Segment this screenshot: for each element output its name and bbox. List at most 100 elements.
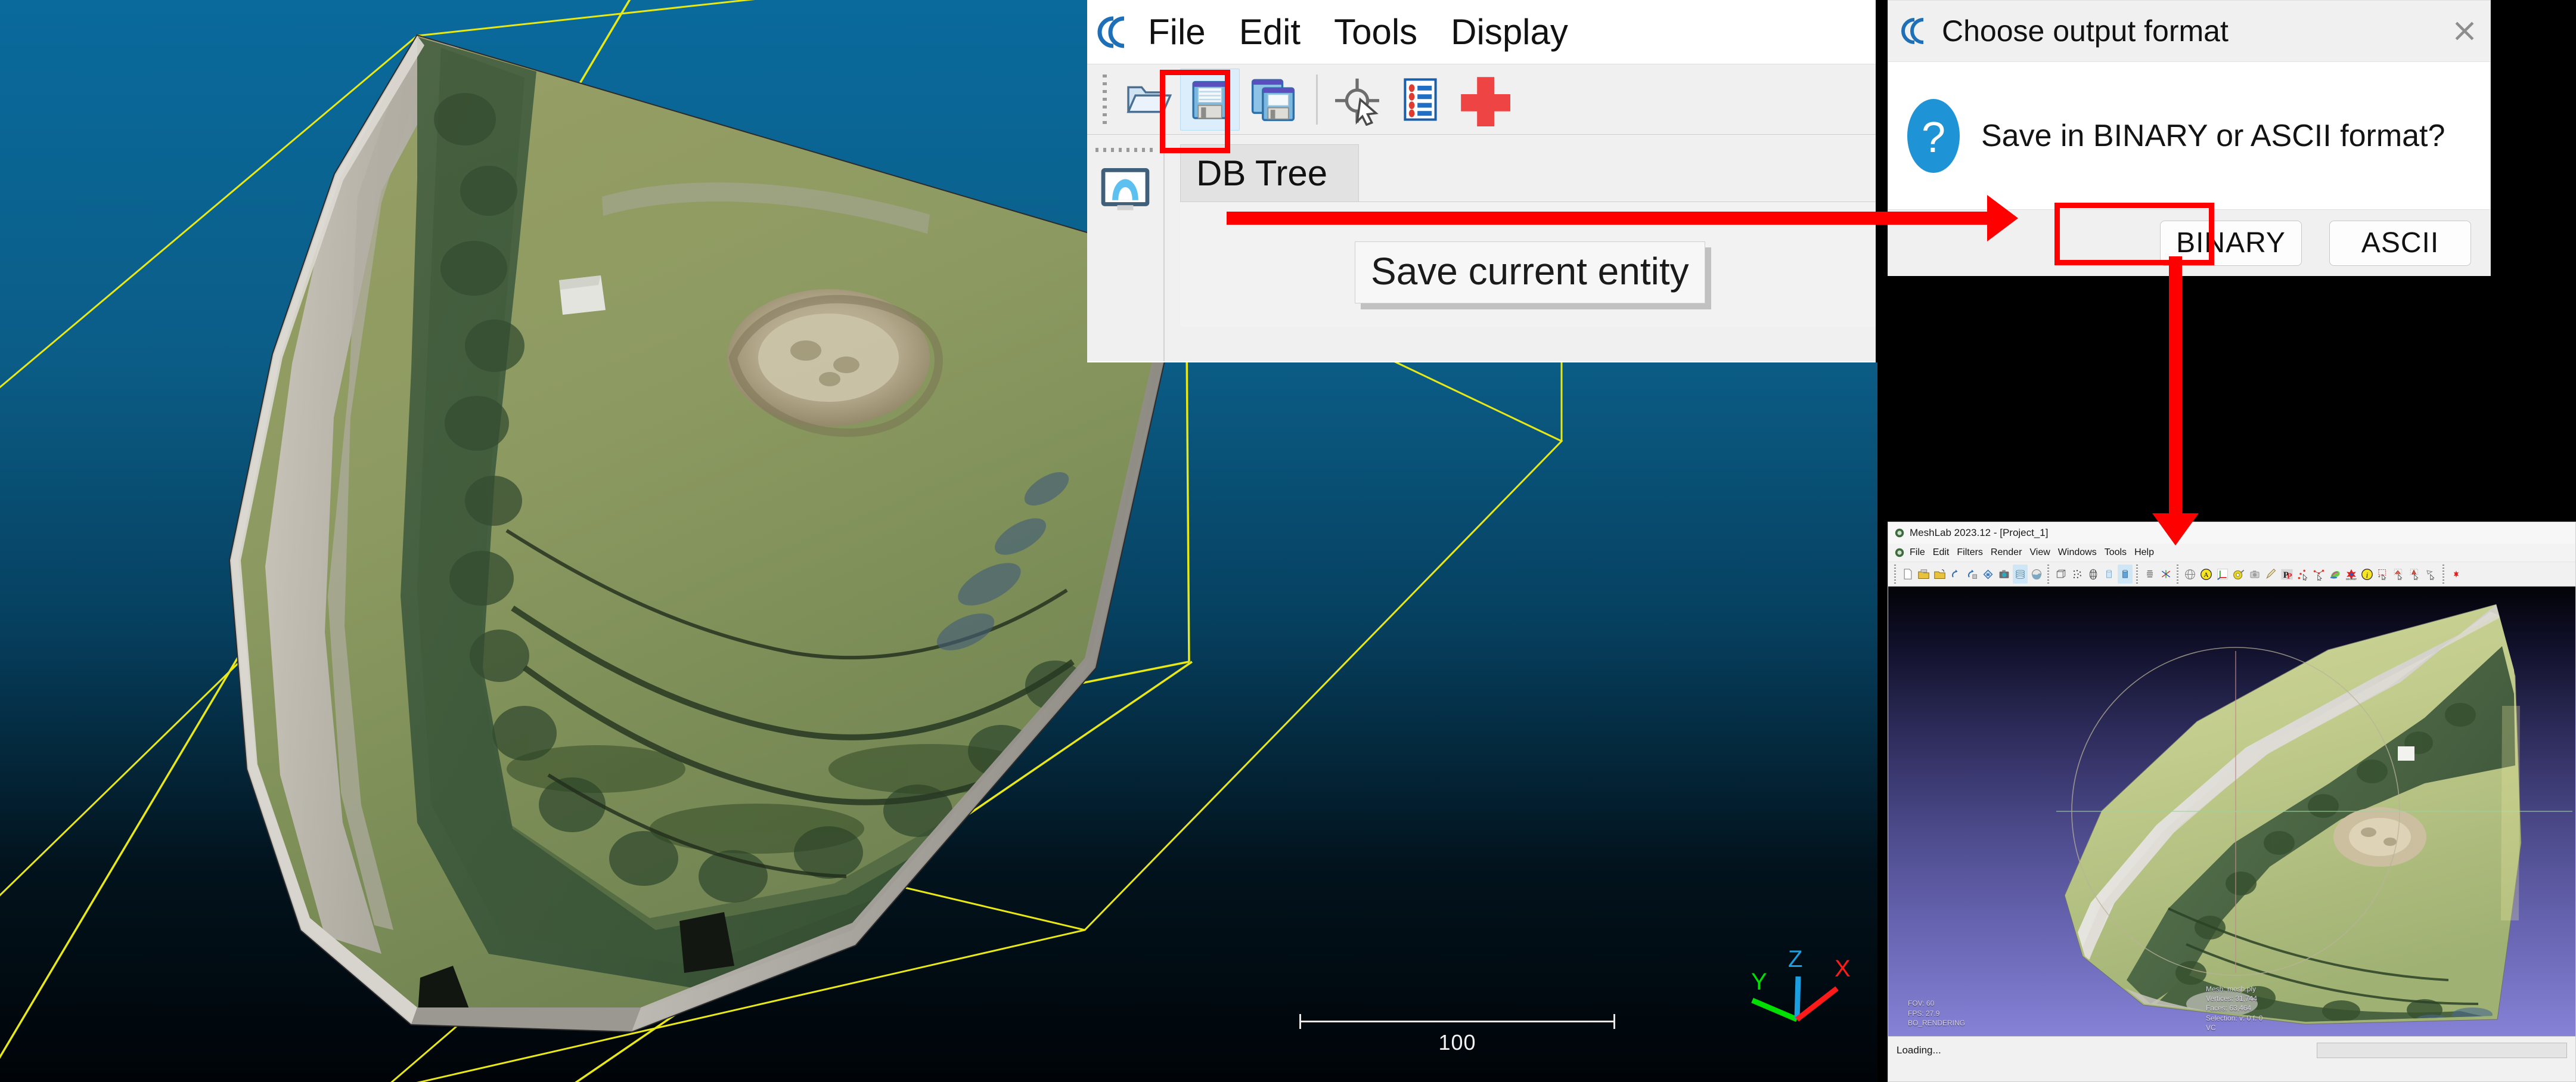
sphere-icon[interactable] xyxy=(2183,565,2198,584)
meshlab-logo-icon xyxy=(1895,548,1904,557)
meshlab-statusbar: Loading... xyxy=(1888,1036,2575,1064)
save-current-entity-tooltip: Save current entity xyxy=(1355,241,1705,303)
dialog-titlebar: Choose output format xyxy=(1888,1,2490,62)
save-current-entity-button[interactable] xyxy=(1180,68,1240,131)
measure-tool-icon[interactable] xyxy=(2231,565,2246,584)
svg-text:P: P xyxy=(2287,572,2292,581)
pp-picked-points-icon[interactable]: P P xyxy=(2279,565,2294,584)
menu-display[interactable]: Display xyxy=(1448,10,1571,54)
db-tree-tab[interactable]: DB Tree xyxy=(1180,144,1359,201)
add-entity-button[interactable] xyxy=(1454,69,1513,131)
toolbar-grip-icon-4[interactable] xyxy=(2177,565,2180,584)
left-tool-strip xyxy=(1087,135,1165,361)
open-folder-icon xyxy=(1126,86,1172,113)
meshlab-menu-help[interactable]: Help xyxy=(2134,547,2154,558)
select-vertices-icon[interactable] xyxy=(2295,565,2310,584)
meshlab-menu-render[interactable]: Render xyxy=(1991,547,2022,558)
toolbar-grip-icon-3[interactable] xyxy=(2136,565,2140,584)
toolbar-grip-icon[interactable] xyxy=(1894,565,1898,584)
close-icon[interactable] xyxy=(2446,13,2483,49)
meshlab-titlebar: MeshLab 2023.12 - [Project_1] xyxy=(1888,522,2575,544)
panel-grip-icon[interactable] xyxy=(1094,145,1156,155)
pick-rotation-center-button[interactable] xyxy=(1327,69,1387,131)
meshlab-menu-filters[interactable]: Filters xyxy=(1957,547,1983,558)
reload-icon[interactable] xyxy=(1948,565,1963,584)
red-plus-icon xyxy=(1461,76,1510,126)
show-layers-icon[interactable] xyxy=(2013,565,2028,584)
meshlab-menu-edit[interactable]: Edit xyxy=(1933,547,1950,558)
meshlab-menu-windows[interactable]: Windows xyxy=(2058,547,2097,558)
question-mark-icon: ? xyxy=(1907,98,1960,173)
toolbar-grip-icon-5[interactable] xyxy=(2442,565,2446,584)
meshlab-3d-viewport[interactable]: FOV: 60 FPS: 27.9 BO_RENDERING Mesh: mes… xyxy=(1888,587,2575,1036)
meshlab-menubar: File Edit Filters Render View Windows To… xyxy=(1888,544,2575,562)
open-project-icon[interactable] xyxy=(1916,565,1931,584)
svg-text:GEOREF: GEOREF xyxy=(2345,578,2357,581)
meshlab-title: MeshLab 2023.12 - [Project_1] xyxy=(1910,527,2049,538)
smooth-shading-icon[interactable] xyxy=(2118,565,2133,584)
move-select-icon[interactable] xyxy=(2424,565,2439,584)
select-faces-icon[interactable] xyxy=(2392,565,2407,584)
meshlab-menu-file[interactable]: File xyxy=(1910,547,1925,558)
floppy-save-all-icon xyxy=(1251,79,1295,121)
ascii-button[interactable]: ASCII xyxy=(2329,220,2471,266)
meshlab-progress-bar xyxy=(2317,1042,2567,1058)
georef-icon[interactable]: GEOREF xyxy=(2344,565,2358,584)
cloudcompare-logo-icon xyxy=(1097,16,1125,48)
screenshot-root: 100 Y Z X File Edit Tools Display DB Tre… xyxy=(0,0,2576,1082)
xyz-axis-gizmo: Y Z X xyxy=(1751,946,1851,1022)
svg-text:Y: Y xyxy=(1751,969,1767,995)
scale-bar-label: 100 xyxy=(1438,1030,1476,1055)
axis-icon[interactable] xyxy=(2158,565,2173,584)
cloudcompare-menubar: File Edit Tools Display xyxy=(1087,0,1876,64)
toggle-properties-button[interactable] xyxy=(1391,69,1450,131)
meshlab-menu-view[interactable]: View xyxy=(2029,547,2050,558)
cloudcompare-toolbar xyxy=(1087,64,1876,135)
svg-text:X: X xyxy=(1835,956,1851,982)
dialog-title: Choose output format xyxy=(1942,14,2229,48)
svg-text:i: i xyxy=(2366,571,2369,579)
points-icon[interactable] xyxy=(2069,565,2084,584)
menu-edit[interactable]: Edit xyxy=(1237,10,1303,54)
save-all-button[interactable] xyxy=(1243,69,1303,131)
reload-mesh-icon[interactable] xyxy=(1964,565,1979,584)
colorize-icon[interactable] xyxy=(2327,565,2342,584)
close-icon-glyph xyxy=(2455,21,2474,41)
flat-shading-icon[interactable] xyxy=(2102,565,2116,584)
arrow-right-icon xyxy=(1227,195,2018,241)
measure-axes-icon[interactable] xyxy=(2215,565,2230,584)
bounding-box-icon[interactable] xyxy=(2053,565,2068,584)
paint-brush-icon[interactable] xyxy=(2263,565,2278,584)
snapshot-icon[interactable] xyxy=(1997,565,2012,584)
menu-tools[interactable]: Tools xyxy=(1332,10,1420,54)
render-preview-icon[interactable] xyxy=(1100,168,1150,212)
new-project-icon[interactable] xyxy=(1900,565,1915,584)
point-cloud-icon[interactable] xyxy=(2142,565,2157,584)
save-mesh-icon[interactable] xyxy=(1981,565,1995,584)
rect-select-icon[interactable] xyxy=(2376,565,2391,584)
arrow-down-icon xyxy=(2152,256,2199,545)
cloudcompare-logo-icon xyxy=(1901,18,1924,44)
meshlab-toolbar: A P P GEOREF i xyxy=(1888,562,2575,587)
alignment-icon[interactable]: A xyxy=(2199,565,2214,584)
meshlab-mesh-render xyxy=(2056,604,2572,1025)
select-connected-icon[interactable] xyxy=(2408,565,2423,584)
wireframe-icon[interactable] xyxy=(2085,565,2100,584)
toolbar-grip-icon-2[interactable] xyxy=(2047,565,2051,584)
info-icon[interactable]: i xyxy=(2360,565,2375,584)
toolbar-grip-icon[interactable] xyxy=(1100,70,1110,128)
select-edges-icon[interactable] xyxy=(2311,565,2326,584)
svg-text:Z: Z xyxy=(1788,946,1802,972)
meshlab-menu-tools[interactable]: Tools xyxy=(2105,547,2127,558)
meshlab-logo-icon xyxy=(1895,528,1904,538)
extra-tool-icon[interactable] xyxy=(2448,565,2463,584)
svg-text:?: ? xyxy=(1922,114,1945,162)
raster-align-icon[interactable] xyxy=(2247,565,2262,584)
toolbar-separator xyxy=(1316,74,1318,125)
open-mesh-icon[interactable] xyxy=(1932,565,1947,584)
show-texture-icon[interactable] xyxy=(2029,565,2044,584)
open-file-button[interactable] xyxy=(1117,69,1177,131)
menu-file[interactable]: File xyxy=(1146,10,1208,54)
scale-bar xyxy=(1299,1014,1615,1029)
properties-list-icon xyxy=(1404,77,1437,121)
